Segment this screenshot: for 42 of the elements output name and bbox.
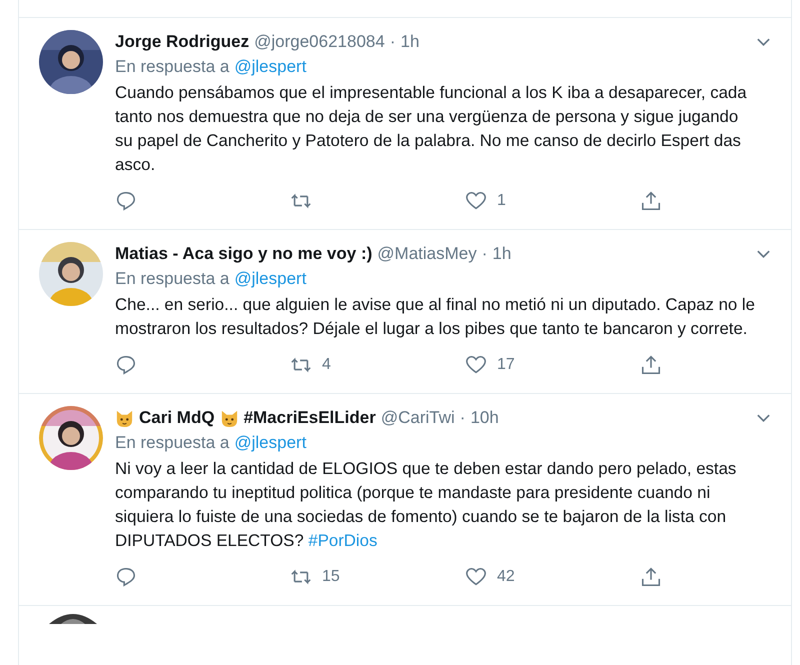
separator-dot: · (390, 32, 396, 52)
user-handle[interactable]: @jorge06218084 (254, 32, 385, 52)
heart-icon[interactable] (465, 354, 487, 376)
like-count: 42 (497, 568, 515, 586)
reply-label: En respuesta a (115, 268, 230, 288)
share-icon[interactable] (640, 354, 662, 376)
user-name[interactable]: Matias - Aca sigo y no me voy :) (115, 244, 372, 264)
cat-face-icon (115, 408, 134, 428)
reply-icon[interactable] (115, 354, 137, 376)
tweet-text: Ni voy a leer la cantidad de ELOGIOS que te deben estar dando pero pelado, estas comparando tu ineptitud politica (porque te mandaste para presidente cuando ni siquiera lo fuiste de una sociedas de fomento) cuando se te bajaron de la lista con DIPUTADOS ELECTOS? #PorDios (115, 458, 738, 552)
user-handle[interactable]: @MatiasMey (377, 244, 477, 264)
like-count: 17 (497, 356, 515, 374)
retweet-count: 4 (322, 356, 331, 374)
user-name[interactable]: Jorge Rodriguez (115, 32, 250, 52)
heart-icon[interactable] (465, 190, 487, 212)
share-icon[interactable] (640, 566, 662, 588)
mention-link[interactable]: @jlespert (234, 432, 306, 452)
like-count: 1 (497, 192, 506, 210)
reply-label: En respuesta a (115, 56, 230, 76)
user-handle[interactable]: @CariTwi (380, 408, 455, 428)
hashtag-link[interactable]: #PorDios (308, 531, 378, 550)
reply-icon[interactable] (115, 190, 137, 212)
timestamp[interactable]: 10h (470, 408, 499, 428)
cat-face-icon (220, 408, 239, 428)
heart-icon[interactable] (465, 566, 487, 588)
user-name[interactable]: #MacriEsElLider (244, 408, 376, 428)
mention-link[interactable]: @jlespert (234, 268, 306, 288)
separator-dot: · (482, 244, 488, 264)
caret-icon[interactable] (756, 249, 771, 259)
tweet-text: Cuando pensábamos que el impresentable funcional a los K iba a desaparecer, cada tanto nos demuestra que no deja de ser una vergüenza de persona y sigue jugando su papel de Cancherito y Patotero de la palabra. No me canso de decirlo Espert das asco. (115, 82, 748, 176)
caret-icon[interactable] (756, 413, 771, 423)
timestamp[interactable]: 1h (492, 244, 512, 264)
share-icon[interactable] (640, 190, 662, 212)
mention-link[interactable]: @jlespert (234, 56, 306, 76)
retweet-count: 15 (322, 568, 340, 586)
tweet-text: Che... en serio... que alguien le avise que al final no metió ni un diputado. Capaz no le mostraron los resultados? Déjale el lugar a los pibes que tanto te bancaron y correte. (115, 294, 756, 340)
caret-icon[interactable] (756, 37, 771, 47)
reply-icon[interactable] (115, 566, 137, 588)
timestamp[interactable]: 1h (400, 32, 420, 52)
user-name[interactable]: Cari MdQ (139, 408, 215, 428)
reply-label: En respuesta a (115, 432, 230, 452)
separator-dot: · (460, 408, 466, 428)
